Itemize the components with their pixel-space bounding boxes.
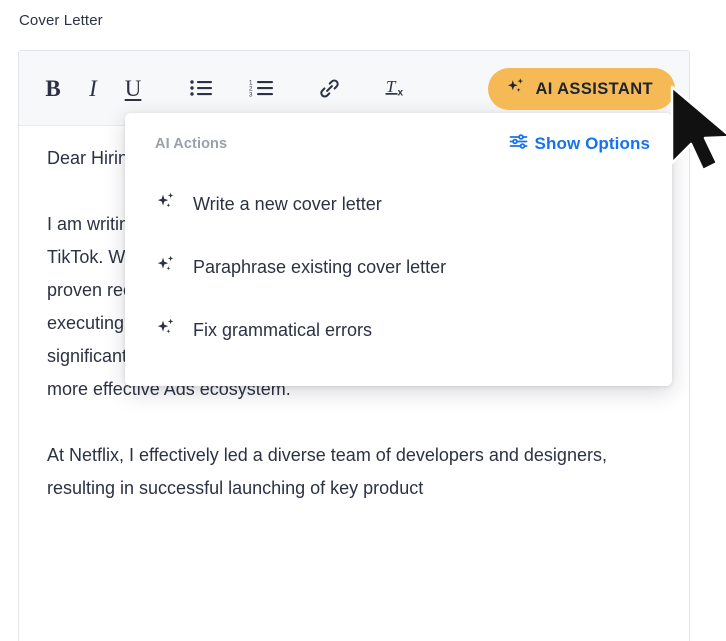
dropdown-header: AI Actions Show Options bbox=[125, 129, 672, 159]
italic-icon: I bbox=[89, 75, 97, 101]
bulleted-list-button[interactable] bbox=[181, 68, 221, 108]
bulleted-list-icon bbox=[189, 78, 213, 98]
dropdown-title: AI Actions bbox=[155, 136, 228, 152]
page-title: Cover Letter bbox=[19, 12, 103, 29]
show-options-button[interactable]: Show Options bbox=[509, 133, 650, 155]
sparkles-icon bbox=[155, 317, 177, 344]
screen: Cover Letter B I U 1 2 3 T x AI ASSISTAN… bbox=[0, 0, 726, 641]
paragraph-experience: At Netflix, I effectively led a diverse … bbox=[47, 445, 607, 498]
show-options-label: Show Options bbox=[534, 134, 650, 153]
numbered-list-icon: 1 2 3 bbox=[249, 78, 274, 98]
numbered-list-button[interactable]: 1 2 3 bbox=[241, 68, 281, 108]
ai-assistant-label: AI ASSISTANT bbox=[535, 79, 653, 98]
sliders-icon bbox=[509, 133, 528, 155]
sparkles-icon bbox=[506, 77, 526, 102]
bold-icon: B bbox=[45, 75, 61, 101]
clear-format-button[interactable]: T x bbox=[377, 68, 417, 108]
ai-action-label: Write a new cover letter bbox=[193, 194, 382, 214]
ai-action-paraphrase[interactable]: Paraphrase existing cover letter bbox=[125, 236, 672, 299]
ai-action-write-new[interactable]: Write a new cover letter bbox=[125, 173, 672, 236]
bold-button[interactable]: B bbox=[33, 68, 73, 108]
clear-formatting-icon: T x bbox=[384, 76, 410, 100]
underline-button[interactable]: U bbox=[113, 68, 153, 108]
svg-text:3: 3 bbox=[249, 91, 253, 98]
sparkles-icon bbox=[155, 191, 177, 218]
svg-text:x: x bbox=[398, 88, 404, 99]
sparkles-icon bbox=[155, 254, 177, 281]
underline-icon: U bbox=[124, 75, 142, 101]
ai-action-fix-grammar[interactable]: Fix grammatical errors bbox=[125, 299, 672, 362]
ai-actions-dropdown: AI Actions Show Options Write a new cove… bbox=[125, 113, 672, 386]
ai-actions-list: Write a new cover letter Paraphrase exis… bbox=[125, 173, 672, 362]
ai-assistant-button[interactable]: AI ASSISTANT bbox=[488, 68, 675, 110]
link-button[interactable] bbox=[309, 68, 349, 108]
link-icon bbox=[318, 77, 341, 100]
ai-action-label: Paraphrase existing cover letter bbox=[193, 257, 447, 277]
italic-button[interactable]: I bbox=[73, 68, 113, 108]
ai-action-label: Fix grammatical errors bbox=[193, 320, 373, 340]
